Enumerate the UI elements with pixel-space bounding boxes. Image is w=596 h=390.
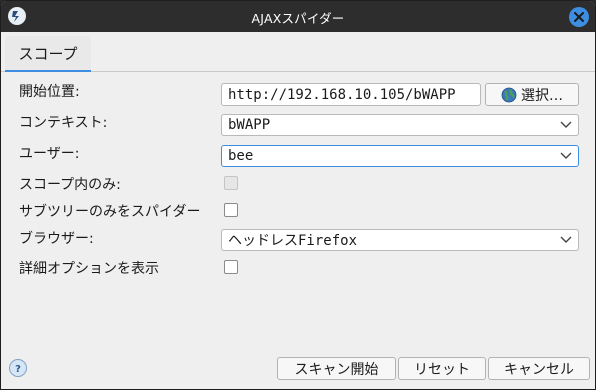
close-icon bbox=[574, 12, 584, 22]
chevron-down-icon bbox=[560, 236, 572, 243]
select-button[interactable]: 選択… bbox=[485, 83, 579, 106]
context-select[interactable]: bWAPP bbox=[221, 114, 579, 136]
cancel-button[interactable]: キャンセル bbox=[488, 357, 590, 380]
context-value: bWAPP bbox=[228, 117, 271, 133]
user-select[interactable]: bee bbox=[221, 145, 579, 167]
context-label: コンテキスト: bbox=[19, 115, 108, 131]
browser-value: ヘッドレスFirefox bbox=[228, 233, 358, 249]
globe-icon bbox=[501, 87, 517, 102]
advanced-options-label: 詳細オプションを表示 bbox=[19, 261, 159, 277]
in-scope-only-checkbox[interactable] bbox=[224, 176, 238, 190]
help-button[interactable]: ? bbox=[9, 359, 27, 377]
close-button[interactable] bbox=[569, 7, 589, 27]
tab-scope[interactable]: スコープ bbox=[5, 36, 91, 72]
in-scope-only-label: スコープ内のみ: bbox=[19, 177, 121, 193]
window-title: AJAXスパイダー bbox=[251, 11, 345, 26]
spider-subtree-checkbox[interactable] bbox=[224, 203, 238, 217]
form-panel: 開始位置: http://192.168.10.105/bWAPP 選択… コン… bbox=[1, 73, 595, 351]
spider-subtree-label: サブツリーのみをスパイダー bbox=[19, 204, 201, 220]
user-label: ユーザー: bbox=[19, 146, 80, 162]
advanced-options-checkbox[interactable] bbox=[224, 260, 238, 274]
browser-label: ブラウザー: bbox=[19, 231, 94, 247]
select-button-label: 選択… bbox=[521, 87, 563, 104]
chevron-down-icon bbox=[560, 121, 572, 128]
help-icon: ? bbox=[15, 364, 21, 374]
svg-text:?: ? bbox=[15, 364, 21, 374]
start-scan-button[interactable]: スキャン開始 bbox=[277, 357, 396, 380]
reset-button[interactable]: リセット bbox=[398, 357, 486, 380]
browser-select[interactable]: ヘッドレスFirefox bbox=[221, 229, 579, 251]
start-point-input[interactable]: http://192.168.10.105/bWAPP bbox=[221, 83, 481, 106]
ajax-spider-dialog: AJAXスパイダー スコープ 開始位置: http://192.168.10.1… bbox=[0, 0, 596, 390]
chevron-down-icon bbox=[560, 152, 572, 159]
user-value: bee bbox=[228, 148, 254, 164]
tab-bar: スコープ bbox=[1, 32, 595, 72]
start-point-label: 開始位置: bbox=[19, 84, 80, 100]
title-bar: AJAXスパイダー bbox=[1, 1, 595, 32]
